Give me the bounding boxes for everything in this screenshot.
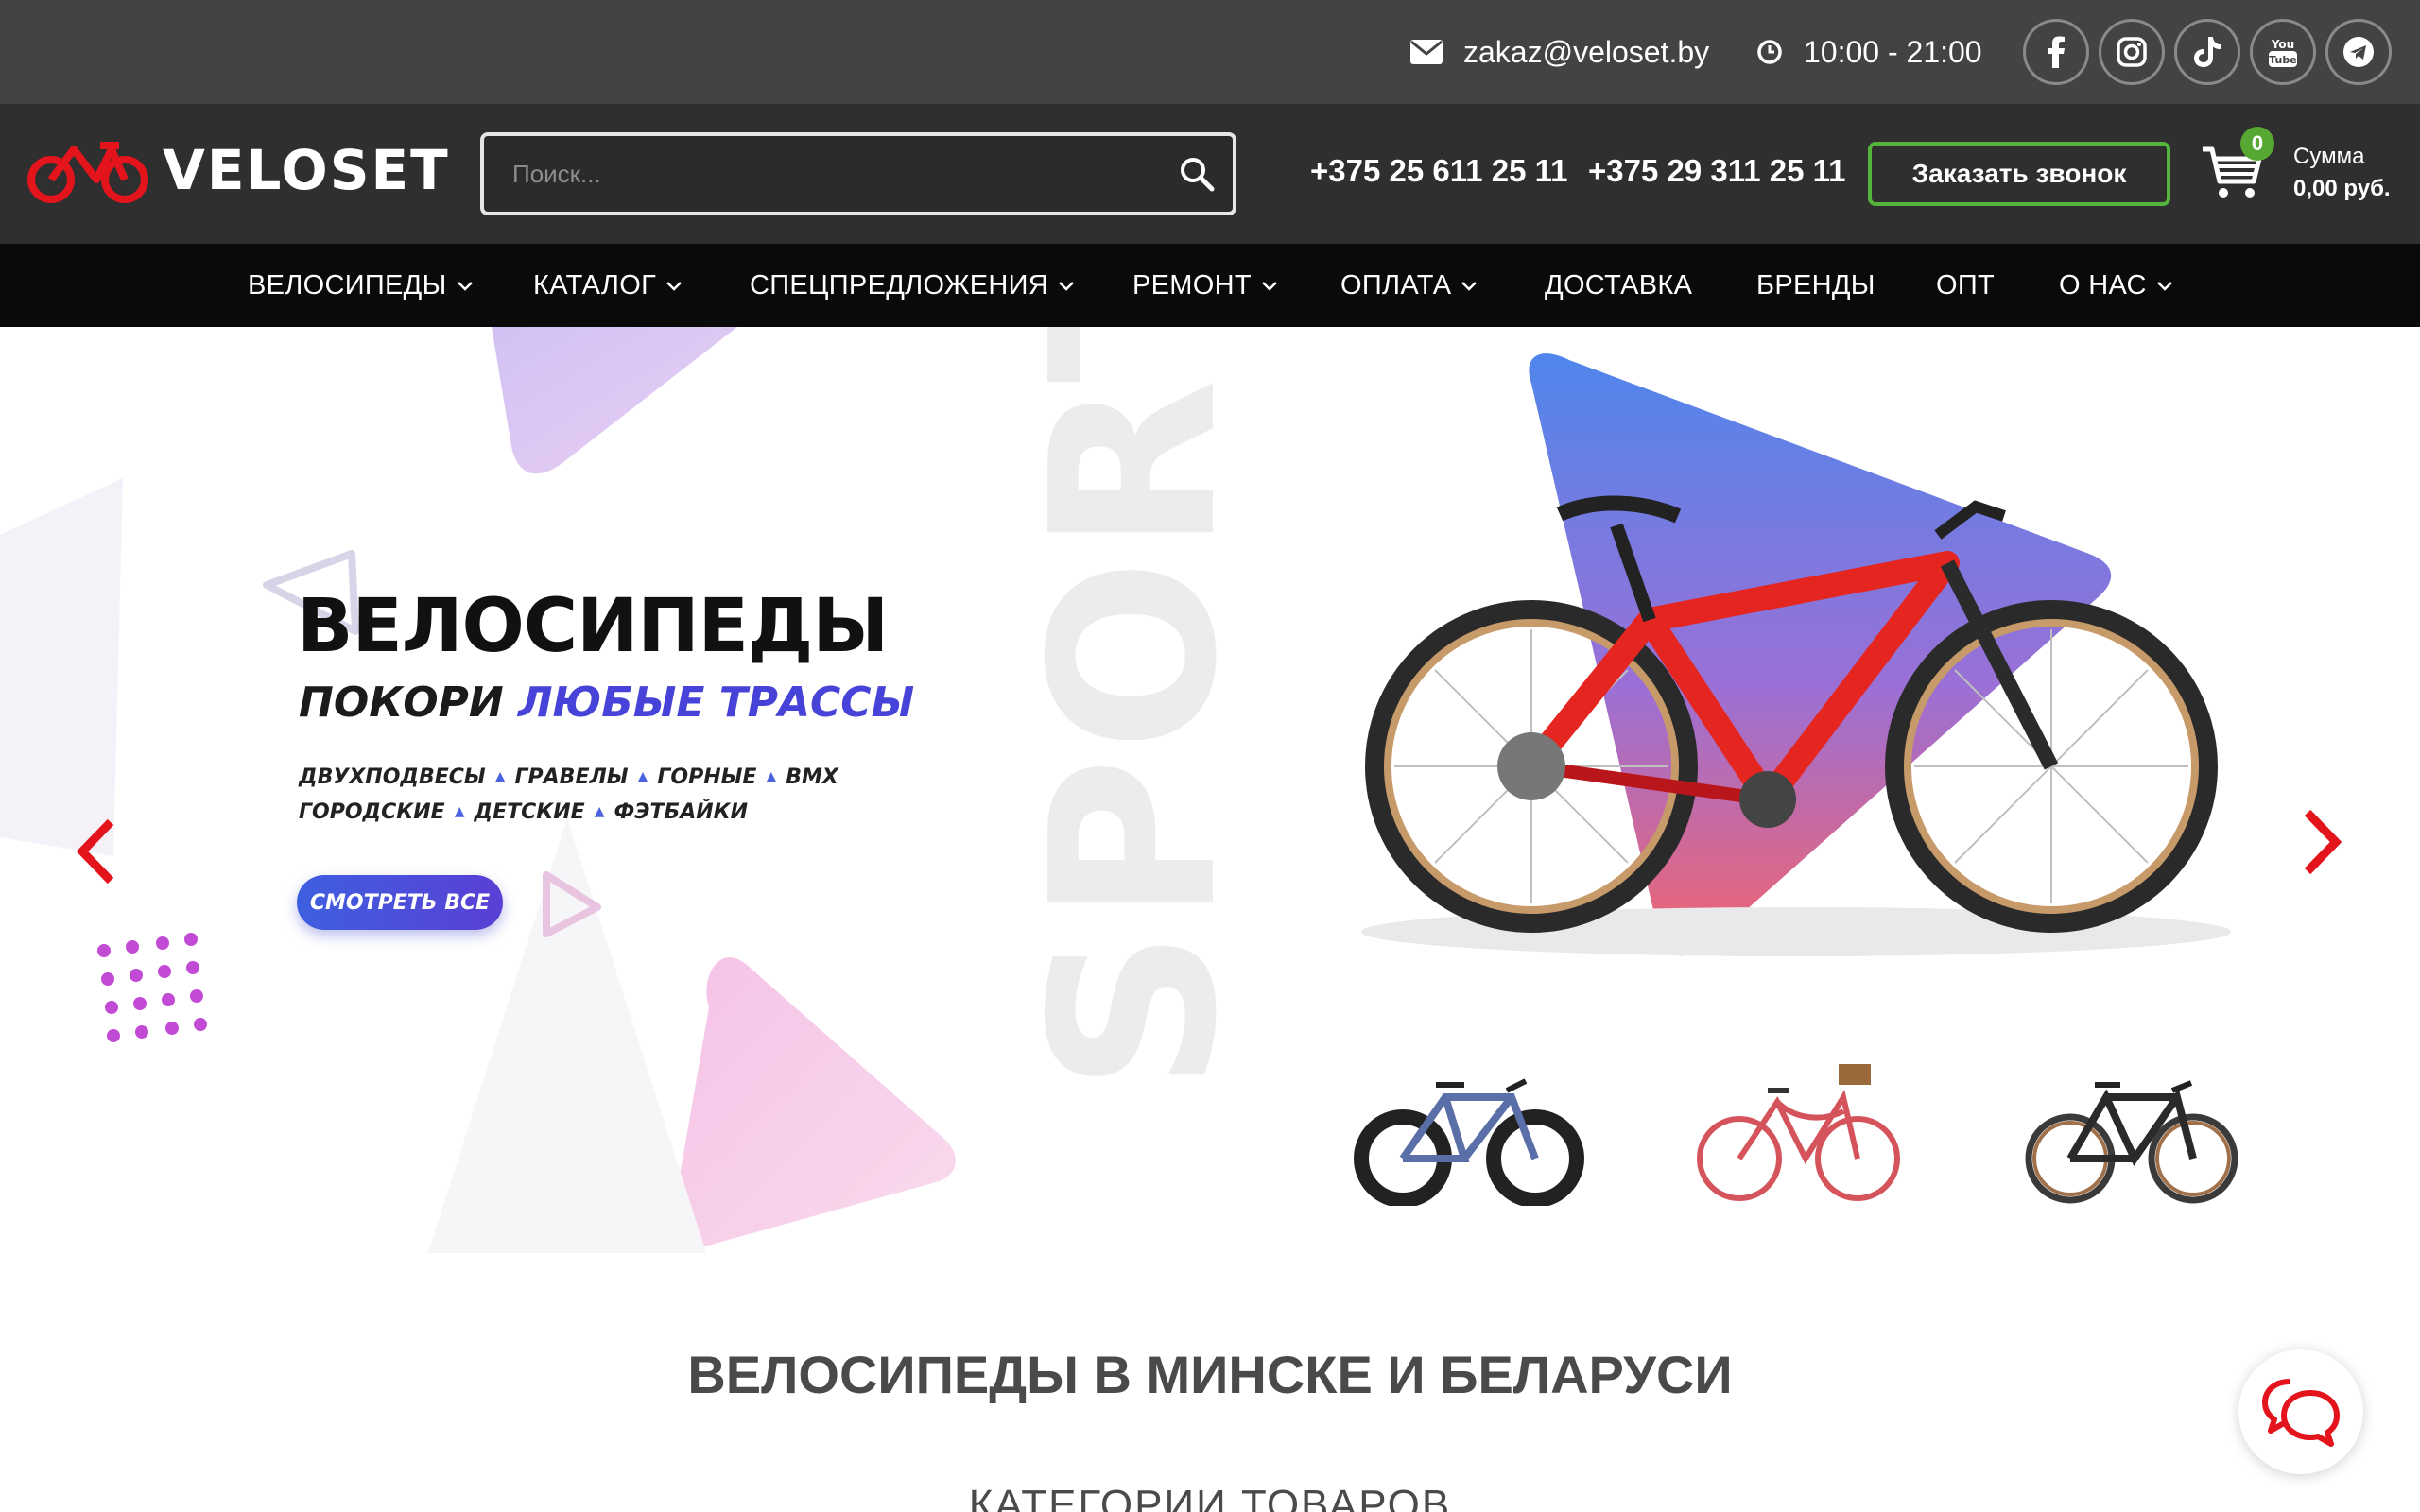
email-link[interactable]: zakaz@veloset.by — [1410, 0, 1709, 104]
hero-category: ФЭТБАЙКИ — [614, 800, 749, 824]
envelope-icon — [1410, 40, 1443, 64]
email-text: zakaz@veloset.by — [1463, 34, 1710, 69]
youtube-button[interactable]: You Tube — [2250, 19, 2316, 85]
hero-categories-line-1: ДВУХПОДВЕСЫ ▲ ГРАВЕЛЫ ▲ ГОРНЫЕ ▲ BMX — [299, 765, 838, 789]
search-input[interactable] — [484, 136, 1146, 212]
hero-category: ДВУХПОДВЕСЫ — [299, 765, 486, 789]
search-box — [480, 132, 1236, 215]
chevron-down-icon — [666, 282, 682, 291]
hero-subtitle-part-2: ЛЮБЫЕ ТРАССЫ — [518, 679, 915, 727]
hero-subtitle: ПОКОРИ ЛЮБЫЕ ТРАССЫ — [299, 679, 914, 727]
tiktok-button[interactable] — [2174, 19, 2240, 85]
cart-count-badge: 0 — [2240, 127, 2274, 161]
chat-bubbles-icon — [2262, 1379, 2340, 1447]
cart-sum-label: Сумма — [2293, 144, 2365, 169]
nav-item-repair[interactable]: РЕМОНТ — [1132, 244, 1278, 327]
order-call-button[interactable]: Заказать звонок — [1868, 142, 2170, 206]
hero-category: ГОРОДСКИЕ — [299, 800, 445, 824]
hero-category: ГРАВЕЛЫ — [514, 765, 629, 789]
nav-label: БРЕНДЫ — [1756, 269, 1876, 301]
main-nav: ВЕЛОСИПЕДЫ КАТАЛОГ СПЕЦПРЕДЛОЖЕНИЯ РЕМОН… — [0, 244, 2420, 327]
bicycle-thumbnail-gravel[interactable] — [2012, 1055, 2248, 1206]
phone-link-2[interactable]: +375 29 311 25 11 — [1588, 153, 1846, 189]
telegram-button[interactable] — [2325, 19, 2392, 85]
hero-slider: SPORT ВЕЛОСИПЕДЫ ПОКОРИ ЛЮБЫЕ ТРАССЫ ДВУ… — [0, 327, 2420, 1253]
search-button[interactable] — [1174, 151, 1219, 197]
nav-label: СПЕЦПРЕДЛОЖЕНИЯ — [750, 269, 1049, 301]
hero-category: ГОРНЫЕ — [657, 765, 757, 789]
cart-sum-value: 0,00 руб. — [2293, 176, 2391, 201]
nav-item-bicycles[interactable]: ВЕЛОСИПЕДЫ — [248, 244, 474, 327]
bicycle-thumbnail-fatbike[interactable] — [1346, 1055, 1592, 1206]
nav-item-payment[interactable]: ОПЛАТА — [1340, 244, 1478, 327]
bicycle-thumbnail-city[interactable] — [1683, 1055, 1910, 1206]
nav-label: ДОСТАВКА — [1545, 269, 1693, 301]
see-all-button[interactable]: СМОТРЕТЬ ВСЕ — [297, 875, 503, 930]
section-subtitle: КАТЕГОРИИ ТОВАРОВ — [968, 1482, 1452, 1512]
chevron-down-icon — [457, 282, 473, 291]
working-hours: 10:00 - 21:00 — [1756, 0, 1982, 104]
youtube-icon: You Tube — [2269, 38, 2297, 67]
chevron-right-icon — [2304, 809, 2342, 875]
nav-label: ОПТ — [1936, 269, 1996, 301]
search-icon — [1181, 158, 1215, 192]
hero-category: ДЕТСКИЕ — [474, 800, 585, 824]
hero-category: BMX — [786, 765, 838, 789]
top-bar: zakaz@veloset.by 10:00 - 21:00 You Tube — [0, 0, 2420, 104]
chat-widget-button[interactable] — [2238, 1349, 2363, 1474]
phone-link-1[interactable]: +375 25 611 25 11 — [1310, 153, 1568, 189]
nav-item-wholesale[interactable]: ОПТ — [1936, 244, 1995, 327]
nav-item-brands[interactable]: БРЕНДЫ — [1756, 244, 1876, 327]
logo[interactable]: VELOSET — [26, 132, 450, 208]
telegram-icon — [2343, 37, 2374, 67]
chevron-left-icon — [76, 818, 114, 885]
hero-subtitle-part-1: ПОКОРИ — [299, 679, 504, 727]
svg-text:You: You — [2271, 38, 2294, 51]
nav-item-delivery[interactable]: ДОСТАВКА — [1545, 244, 1692, 327]
hours-text: 10:00 - 21:00 — [1804, 34, 1982, 69]
featured-bicycle-image[interactable] — [1323, 403, 2250, 970]
nav-label: ВЕЛОСИПЕДЫ — [248, 269, 447, 301]
hero-title: ВЕЛОСИПЕДЫ — [297, 584, 889, 669]
slider-next-button[interactable] — [2290, 799, 2356, 885]
chevron-down-icon — [1461, 282, 1478, 291]
chevron-down-icon — [1059, 282, 1074, 291]
nav-item-catalog[interactable]: КАТАЛОГ — [533, 244, 683, 327]
logo-text: VELOSET — [163, 138, 450, 202]
instagram-icon — [2117, 37, 2147, 67]
nav-label: РЕМОНТ — [1132, 269, 1252, 301]
tiktok-icon — [2194, 37, 2221, 67]
site-header: VELOSET +375 25 611 25 11 +375 29 311 25… — [0, 104, 2420, 244]
nav-label: КАТАЛОГ — [533, 269, 657, 301]
svg-text:Tube: Tube — [2269, 54, 2296, 66]
hero-categories-line-2: ГОРОДСКИЕ ▲ ДЕТСКИЕ ▲ ФЭТБАЙКИ — [299, 800, 749, 824]
chevron-down-icon — [1261, 282, 1277, 291]
bicycle-logo-icon — [27, 142, 148, 203]
facebook-icon — [2048, 36, 2065, 68]
slider-prev-button[interactable] — [62, 809, 129, 894]
facebook-button[interactable] — [2023, 19, 2089, 85]
nav-item-about[interactable]: О НАС — [2059, 244, 2173, 327]
instagram-button[interactable] — [2099, 19, 2165, 85]
chevron-down-icon — [2156, 282, 2172, 291]
nav-label: О НАС — [2059, 269, 2147, 301]
nav-label: ОПЛАТА — [1340, 269, 1452, 301]
clock-icon — [1757, 40, 1782, 64]
section-title: ВЕЛОСИПЕДЫ В МИНСКЕ И БЕЛАРУСИ — [687, 1345, 1733, 1404]
nav-item-special-offers[interactable]: СПЕЦПРЕДЛОЖЕНИЯ — [750, 244, 1075, 327]
